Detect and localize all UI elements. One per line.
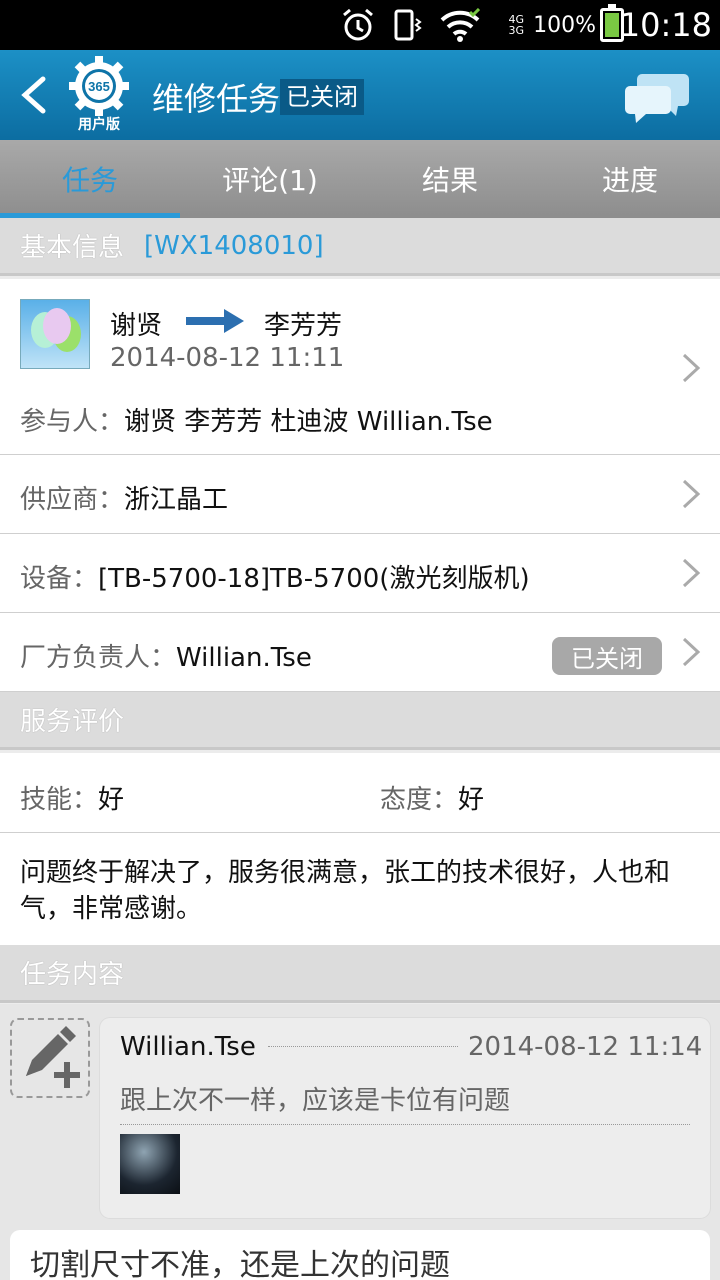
chevron-right-icon (682, 479, 701, 509)
gear-icon: 365 (69, 56, 129, 116)
tab-comments[interactable]: 评论(1) (180, 140, 360, 218)
rating-row: 技能：好 态度：好 (0, 753, 720, 833)
section-title: 服务评价 (20, 707, 125, 737)
battery-fill (605, 13, 619, 37)
signal-icon: 4G 3G (508, 0, 524, 50)
chevron-right-icon (682, 558, 701, 588)
wifi-icon (440, 0, 480, 50)
supplier-value: 浙江晶工 (124, 485, 229, 515)
logo-caption: 用户版 (78, 117, 120, 133)
net-bottom-label: 3G (508, 24, 524, 37)
entry-time: 2014-08-12 11:14 (468, 1032, 703, 1062)
rating-comment-row: 问题终于解决了，服务很满意，张工的技术很好，人也和气，非常感谢。 (0, 833, 720, 945)
section-title: 任务内容 (20, 960, 125, 990)
entry-author: Willian.Tse (120, 1032, 256, 1062)
chevron-right-icon (682, 637, 701, 667)
task-code: [WX1408010] (144, 230, 324, 261)
device-label: 设备： (20, 564, 99, 594)
entry-text: 跟上次不一样，应该是卡位有问题 (120, 1086, 511, 1116)
participants-value: 谢贤 李芳芳 杜迪波 Willian.Tse (124, 407, 493, 437)
avatar (20, 299, 90, 369)
pencil-add-icon (26, 1026, 80, 1088)
vibrate-icon (392, 0, 424, 50)
task-entry-card[interactable]: Willian.Tse 2014-08-12 11:14 跟上次不一样，应该是卡… (100, 1018, 710, 1218)
from-user: 谢贤 (110, 311, 163, 341)
entry-text: 切割尺寸不准，还是上次的问题 (30, 1248, 450, 1280)
to-user: 李芳芳 (264, 311, 343, 341)
page-title: 维修任务 (152, 80, 281, 118)
divider (120, 1124, 690, 1125)
owner-value: Willian.Tse (176, 643, 312, 673)
chevron-right-icon (682, 353, 701, 383)
clock: 10:18 (619, 6, 712, 44)
back-arrow-icon[interactable] (14, 72, 54, 118)
tab-task[interactable]: 任务 (0, 140, 180, 218)
owner-label: 厂方负责人： (20, 643, 177, 673)
rating-comment: 问题终于解决了，服务很满意，张工的技术很好，人也和气，非常感谢。 (20, 858, 671, 924)
tab-result[interactable]: 结果 (360, 140, 540, 218)
attitude-value: 好 (458, 785, 485, 815)
task-datetime: 2014-08-12 11:11 (110, 343, 345, 373)
attitude-label: 态度： (380, 785, 459, 815)
section-title: 基本信息 (20, 233, 125, 263)
device-row[interactable]: 设备：[TB-5700-18]TB-5700(激光刻版机) (0, 534, 720, 613)
owner-row[interactable]: 厂方负责人：Willian.Tse 已关闭 (0, 613, 720, 692)
title-bar: 365 用户版 维修任务 已关闭 (0, 50, 720, 140)
tab-bar: 任务 评论(1) 结果 进度 (0, 140, 720, 218)
owner-status-badge: 已关闭 (552, 637, 662, 675)
add-entry-button[interactable] (10, 1018, 90, 1098)
supplier-row[interactable]: 供应商：浙江晶工 (0, 455, 720, 534)
skill-label: 技能： (20, 785, 99, 815)
svg-text:365: 365 (88, 79, 110, 94)
app-logo: 365 用户版 (64, 56, 134, 134)
status-badge: 已关闭 (280, 79, 364, 115)
divider (268, 1046, 458, 1047)
task-content-header: 任务内容 (0, 945, 720, 1003)
task-entry-card[interactable]: 切割尺寸不准，还是上次的问题 (10, 1230, 710, 1280)
entry-photo-thumbnail[interactable] (120, 1134, 180, 1194)
participants: 参与人：谢贤 李芳芳 杜迪波 Willian.Tse (20, 401, 493, 438)
battery-percent: 100% (533, 12, 596, 38)
skill-value: 好 (98, 785, 125, 815)
tab-progress[interactable]: 进度 (540, 140, 720, 218)
alarm-icon (340, 0, 376, 50)
people-row[interactable]: 谢贤 李芳芳 2014-08-12 11:11 参与人：谢贤 李芳芳 杜迪波 W… (0, 279, 720, 455)
arrow-right-icon (186, 309, 246, 337)
supplier-label: 供应商： (20, 485, 125, 515)
status-bar: 4G 3G 100% 10:18 (0, 0, 720, 50)
participants-label: 参与人： (20, 407, 125, 437)
basic-info-header: 基本信息 [WX1408010] (0, 218, 720, 276)
rating-header: 服务评价 (0, 692, 720, 750)
chat-bubbles-icon[interactable] (624, 68, 690, 124)
device-value: [TB-5700-18]TB-5700(激光刻版机) (98, 564, 530, 594)
